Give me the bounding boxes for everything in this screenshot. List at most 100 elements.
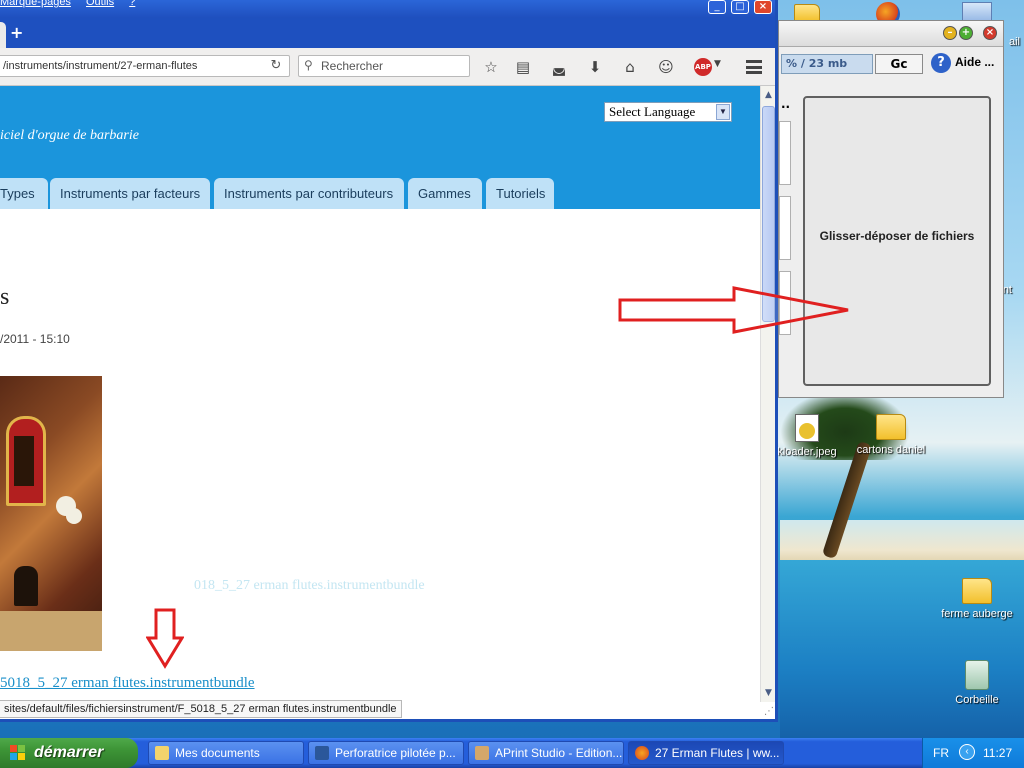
search-icon: ⚲ [304, 58, 313, 72]
active-tab[interactable] [0, 22, 6, 48]
language-select-value: Select Language [609, 104, 696, 119]
word-document-icon [315, 746, 329, 760]
organ-panel-window [14, 436, 34, 486]
site-header: iciel d'orgue de barbarie Select Languag… [0, 86, 760, 209]
nav-tab-contributeurs[interactable]: Instruments par contributeurs [214, 178, 404, 209]
tab-bar: + [0, 18, 775, 48]
task-label: APrint Studio - Edition... [495, 746, 623, 760]
barrel-organ-image[interactable] [0, 376, 102, 651]
desktop-icon-ferme-auberge[interactable]: ferme auberge [932, 578, 1022, 620]
scroll-up-icon[interactable]: ▲ [762, 88, 775, 102]
task-perforatrice[interactable]: Perforatrice pilotée p... [308, 741, 464, 765]
maximize-icon[interactable]: + [959, 26, 973, 40]
red-arrow-right-icon [618, 286, 849, 334]
web-page: iciel d'orgue de barbarie Select Languag… [0, 86, 760, 702]
reload-icon[interactable]: ↻ [266, 56, 286, 76]
java-app-icon [475, 746, 489, 760]
nav-tab-gammes[interactable]: Gammes [408, 178, 482, 209]
task-firefox[interactable]: 27 Erman Flutes | ww... [628, 741, 784, 765]
window-close-icon[interactable]: × [754, 0, 772, 14]
recycle-bin-icon [965, 660, 989, 690]
side-panel[interactable] [779, 196, 791, 260]
jpeg-file-icon [795, 414, 819, 442]
reading-list-icon[interactable]: ▤ [513, 57, 533, 77]
window-maximize-icon[interactable]: □ [731, 0, 749, 14]
desktop-icon-label: ferme auberge [941, 608, 1013, 620]
task-mes-documents[interactable]: Mes documents [148, 741, 304, 765]
firefox-icon [635, 746, 649, 760]
help-icon[interactable]: ? [931, 53, 951, 73]
organ-flower-decoration [56, 496, 76, 516]
gc-button[interactable]: Gc [875, 54, 923, 74]
window-minimize-icon[interactable]: _ [708, 0, 726, 14]
firefox-window: Marque-pages Outils ? _ □ × + /instrumen… [0, 0, 778, 722]
pocket-icon[interactable]: ◛ [549, 57, 569, 77]
file-drop-zone[interactable]: Glisser-déposer de fichiers [803, 96, 991, 386]
app-titlebar: – + × [779, 21, 1003, 47]
taskbar: démarrer Mes documents Perforatrice pilo… [0, 738, 1024, 768]
desktop-icon-label: Corbeille [955, 694, 999, 706]
chat-icon[interactable]: ☺ [656, 57, 676, 77]
windows-logo-icon [10, 745, 26, 761]
task-label: Mes documents [175, 746, 260, 760]
nav-tab-types[interactable]: Types [0, 178, 48, 209]
nav-toolbar: /instruments/instrument/27-erman-flutes … [0, 48, 775, 86]
desktop-icon-label: cartons daniel [856, 444, 926, 456]
home-icon[interactable]: ⌂ [620, 57, 640, 77]
page-title: s [0, 284, 10, 310]
language-select[interactable]: Select Language ▼ [604, 102, 732, 122]
input-language[interactable]: FR [933, 746, 949, 760]
nav-tab-facteurs[interactable]: Instruments par facteurs [50, 178, 210, 209]
system-tray: FR ‹ 11:27 [922, 738, 1024, 768]
side-panel[interactable] [779, 121, 791, 185]
red-arrow-down-icon [146, 608, 184, 669]
menu-tools[interactable]: Outils [86, 0, 114, 8]
folder-icon [876, 414, 906, 440]
organ-figure [14, 566, 38, 606]
scroll-down-icon[interactable]: ▼ [762, 686, 775, 700]
aprint-app-window: – + × % / 23 mb Gc ? Aide ... .. Glisser… [778, 20, 1004, 398]
desktop-icon-label: kloader.jpeg [777, 446, 837, 458]
download-icon[interactable]: ⬇ [585, 57, 605, 77]
search-input[interactable]: ⚲ Rechercher [298, 55, 470, 77]
desktop-icon-cartons-daniel[interactable]: cartons daniel [846, 414, 936, 456]
new-tab-button[interactable]: + [10, 23, 23, 42]
vertical-scrollbar[interactable]: ▲ ▼ [760, 86, 775, 702]
start-button[interactable]: démarrer [0, 738, 138, 768]
start-label: démarrer [34, 744, 104, 761]
window-titlebar: Marque-pages Outils ? _ □ × [0, 0, 775, 18]
app-toolbar: % / 23 mb Gc ? Aide ... [779, 47, 1003, 79]
menu-icon[interactable] [746, 60, 762, 74]
organ-base [0, 611, 102, 651]
folder-icon [962, 578, 992, 604]
task-aprint-studio[interactable]: APrint Studio - Edition... [468, 741, 624, 765]
close-icon[interactable]: × [983, 26, 997, 40]
nav-tab-tutoriels[interactable]: Tutoriels [486, 178, 554, 209]
adblock-icon[interactable]: ABP [694, 58, 712, 76]
task-label: 27 Erman Flutes | ww... [655, 746, 780, 760]
chevron-left-icon[interactable]: ‹ [959, 744, 975, 760]
task-label: Perforatrice pilotée p... [335, 746, 456, 760]
instrument-bundle-link[interactable]: 5018_5_27 erman flutes.instrumentbundle [0, 675, 255, 692]
minimize-icon[interactable]: – [943, 26, 957, 40]
desktop-icon-recycle-bin[interactable]: Corbeille [932, 660, 1022, 706]
folder-icon [155, 746, 169, 760]
chevron-down-icon[interactable]: ▼ [716, 104, 730, 120]
memory-indicator: % / 23 mb [781, 54, 873, 74]
menu-bookmarks[interactable]: Marque-pages [0, 0, 71, 8]
panel-label: .. [781, 97, 791, 111]
menu-help[interactable]: ? [129, 0, 135, 8]
drop-zone-label: Glisser-déposer de fichiers [819, 229, 975, 243]
search-placeholder: Rechercher [321, 59, 384, 73]
resize-grip-icon[interactable]: ⋰ [764, 706, 774, 717]
menu-bar: Marque-pages Outils ? [0, 0, 147, 8]
star-icon[interactable]: ☆ [481, 57, 501, 77]
help-button[interactable]: Aide ... [955, 55, 994, 69]
post-date: /2011 - 15:10 [0, 332, 70, 346]
status-bar: sites/default/files/fichiersinstrument/F… [0, 700, 402, 718]
drag-ghost-link: 018_5_27 erman flutes.instrumentbundle [194, 578, 425, 593]
site-slogan: iciel d'orgue de barbarie [0, 128, 139, 143]
clock: 11:27 [983, 746, 1013, 760]
url-bar[interactable]: /instruments/instrument/27-erman-flutes [0, 55, 290, 77]
chevron-down-icon[interactable]: ▼ [714, 59, 721, 69]
